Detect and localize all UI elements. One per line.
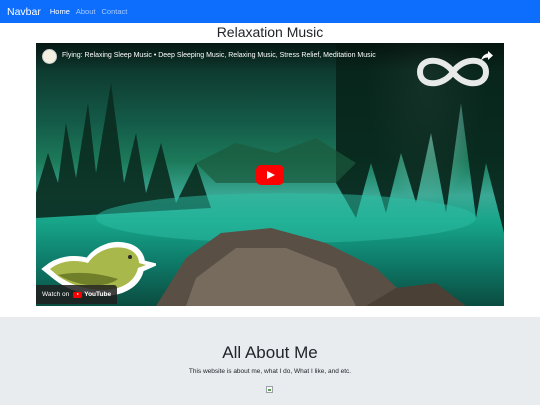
video-player[interactable]: Flying: Relaxing Sleep Music • Deep Slee… [36,43,504,306]
nav-link-contact[interactable]: Contact [101,7,127,16]
youtube-logo: YouTube [73,291,111,298]
broken-image-icon [266,386,273,393]
about-title: All About Me [222,343,318,362]
navbar: Navbar Home About Contact [0,0,540,23]
nav-link-home[interactable]: Home [50,7,70,16]
page-title: Relaxation Music [216,24,324,40]
nav-link-about[interactable]: About [76,7,96,16]
share-icon[interactable] [480,49,494,63]
youtube-icon [73,291,83,298]
play-icon[interactable] [256,165,284,185]
navbar-brand[interactable]: Navbar [7,6,41,18]
watch-on-youtube-button[interactable]: Watch on YouTube [36,285,118,304]
about-description: This website is about me, what I do, Wha… [188,368,352,375]
youtube-wordmark: YouTube [84,291,112,298]
channel-avatar-icon[interactable] [42,49,57,64]
watch-on-label: Watch on [42,291,70,298]
video-title[interactable]: Flying: Relaxing Sleep Music • Deep Slee… [62,52,376,59]
